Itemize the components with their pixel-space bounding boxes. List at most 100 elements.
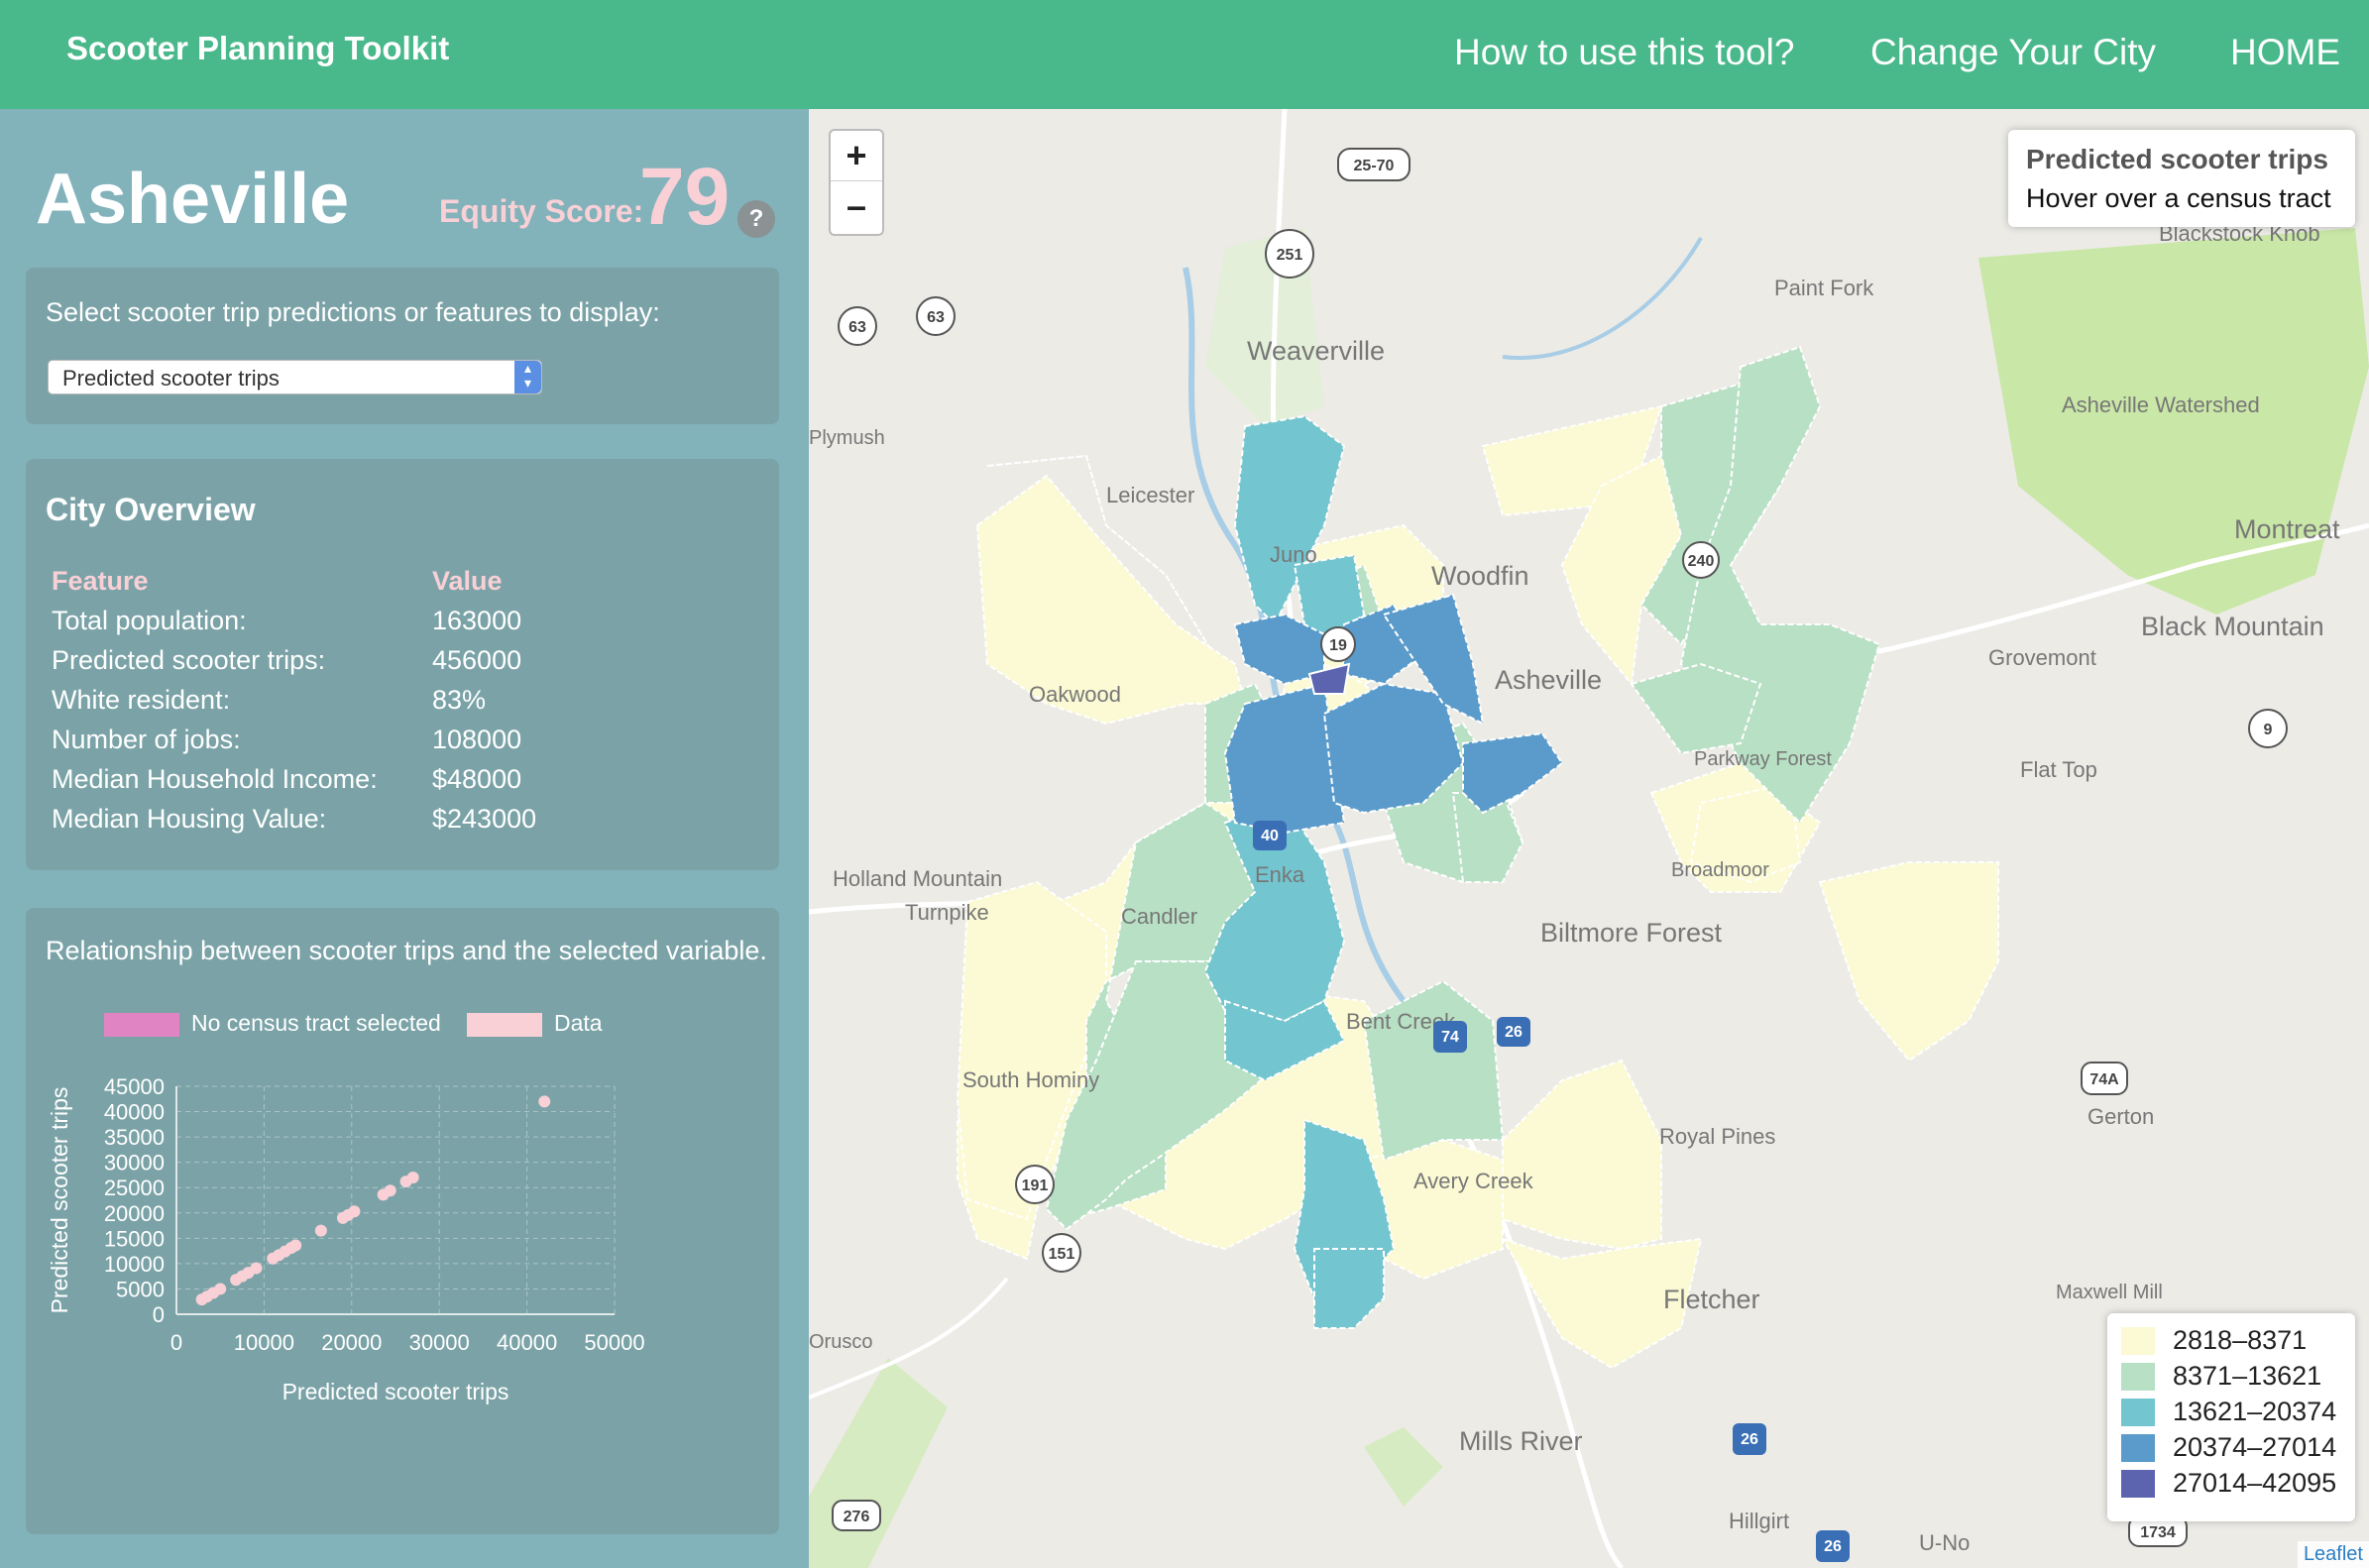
x-tick-label: 50000	[584, 1330, 644, 1355]
overview-row: Median Housing Value: $243000	[52, 804, 536, 835]
y-tick-label: 20000	[104, 1201, 165, 1226]
census-tract[interactable]	[1313, 1248, 1385, 1329]
legend-swatch	[2121, 1470, 2155, 1498]
x-tick-label: 0	[170, 1330, 182, 1355]
place-label: Weaverville	[1247, 336, 1385, 366]
data-point	[289, 1239, 302, 1252]
census-tracts[interactable]	[956, 404, 1999, 1370]
nav-home[interactable]: HOME	[2230, 32, 2340, 73]
equity-score-value: 79	[639, 152, 731, 242]
svg-text:191: 191	[1022, 1177, 1049, 1194]
nav-how-to-use[interactable]: How to use this tool?	[1454, 32, 1794, 73]
place-label: Avery Creek	[1413, 1169, 1534, 1193]
data-point	[250, 1262, 263, 1275]
place-label: U-No	[1919, 1530, 1970, 1555]
legend-label: 2818–8371	[2173, 1325, 2308, 1355]
svg-text:240: 240	[1688, 553, 1715, 570]
data-point	[384, 1184, 396, 1197]
legend-swatch	[2121, 1327, 2155, 1355]
y-tick-label: 5000	[116, 1277, 165, 1301]
svg-text:26: 26	[1824, 1538, 1842, 1555]
x-tick-label: 40000	[497, 1330, 557, 1355]
svg-text:40: 40	[1261, 828, 1279, 844]
overview-row: Number of jobs: 108000	[52, 725, 521, 755]
place-label: Orusco	[809, 1331, 872, 1353]
legend-swatch	[2121, 1434, 2155, 1462]
highway-shield-icon: 240	[1682, 541, 1720, 579]
place-label: South Hominy	[962, 1067, 1099, 1092]
legend-swatch	[467, 1013, 542, 1037]
y-tick-label: 10000	[104, 1252, 165, 1277]
svg-text:74A: 74A	[2089, 1071, 2119, 1088]
place-label: Enka	[1255, 862, 1305, 887]
overview-value: 83%	[432, 685, 487, 715]
place-label: Candler	[1121, 904, 1197, 929]
svg-text:9: 9	[2264, 722, 2273, 738]
interstate-shield-icon: 26	[1816, 1530, 1850, 1562]
map-view[interactable]: Paint Fork Weaverville Leicester Juno Wo…	[809, 109, 2369, 1568]
data-point	[214, 1283, 227, 1295]
data-point	[314, 1224, 327, 1237]
legend-label: Data	[554, 1010, 603, 1036]
svg-text:25-70: 25-70	[1354, 158, 1395, 174]
interstate-shield-icon: 74	[1433, 1021, 1467, 1053]
city-overview-panel: City Overview Feature Value Total popula…	[26, 459, 779, 870]
zoom-out-button[interactable]: –	[831, 181, 882, 231]
place-label: Gerton	[2087, 1104, 2154, 1129]
park-area	[1364, 1427, 1443, 1507]
legend-swatch	[104, 1013, 179, 1037]
interstate-shield-icon: 26	[1733, 1423, 1766, 1455]
place-label: Maxwell Mill	[2056, 1282, 2163, 1303]
nav-change-city[interactable]: Change Your City	[1870, 32, 2156, 73]
overview-value: 108000	[432, 725, 522, 754]
place-label: Mills River	[1459, 1426, 1583, 1456]
highway-shield-icon: 276	[832, 1500, 881, 1531]
y-tick-label: 35000	[104, 1125, 165, 1150]
overview-value: 456000	[432, 645, 522, 675]
interstate-shield-icon: 40	[1253, 821, 1287, 850]
census-tract[interactable]	[1362, 979, 1505, 1162]
place-label: Hillgirt	[1729, 1509, 1789, 1533]
value-header: Value	[432, 566, 503, 596]
legend-swatch	[2121, 1399, 2155, 1426]
place-label: Plymush	[809, 427, 885, 449]
svg-text:26: 26	[1741, 1431, 1758, 1448]
y-tick-label: 45000	[104, 1074, 165, 1099]
info-hint: Hover over a census tract	[2026, 183, 2331, 213]
place-label: Holland Mountain	[833, 866, 1002, 891]
census-tract[interactable]	[1818, 861, 1999, 1063]
scatter-chart: No census tract selected Data050001000015…	[47, 1010, 645, 1404]
feature-select-panel: Select scooter trip predictions or featu…	[26, 268, 779, 424]
overview-value: $48000	[432, 764, 522, 794]
svg-text:63: 63	[848, 319, 866, 336]
overview-row: Total population: 163000	[52, 606, 521, 636]
census-tracts[interactable]	[1223, 593, 1564, 835]
map-info-box: Predicted scooter trips Hover over a cen…	[2008, 130, 2355, 227]
app-brand[interactable]: Scooter Planning Toolkit	[66, 30, 449, 67]
zoom-in-button[interactable]: +	[831, 131, 882, 181]
interstate-shield-icon: 26	[1497, 1017, 1530, 1047]
census-tract[interactable]	[1502, 1059, 1662, 1251]
help-icon[interactable]: ?	[737, 200, 775, 238]
svg-text:26: 26	[1505, 1024, 1523, 1041]
overview-feature: Number of jobs:	[52, 725, 241, 754]
y-axis-label: Predicted scooter trips	[47, 1087, 72, 1314]
place-label: Montreat	[2234, 514, 2340, 544]
place-label: Oakwood	[1029, 682, 1121, 707]
place-label: Woodfin	[1431, 561, 1529, 591]
place-label: Asheville Watershed	[2062, 392, 2260, 417]
feature-select[interactable]: Predicted scooter trips ▴ ▾	[48, 360, 542, 394]
legend-label: 8371–13621	[2173, 1361, 2322, 1391]
equity-score-label: Equity Score:	[439, 193, 644, 229]
leaflet-attribution[interactable]: Leaflet	[2297, 1541, 2369, 1568]
data-point	[538, 1095, 551, 1108]
overview-row: White resident: 83%	[52, 685, 486, 716]
place-label: Biltmore Forest	[1540, 918, 1723, 948]
city-name: Asheville	[36, 160, 350, 239]
place-label: Black Mountain	[2141, 612, 2324, 641]
legend-swatch	[2121, 1363, 2155, 1391]
overview-value: 163000	[432, 606, 522, 635]
feature-select-value: Predicted scooter trips	[62, 366, 280, 391]
census-tract[interactable]	[1630, 662, 1762, 755]
x-tick-label: 10000	[234, 1330, 294, 1355]
